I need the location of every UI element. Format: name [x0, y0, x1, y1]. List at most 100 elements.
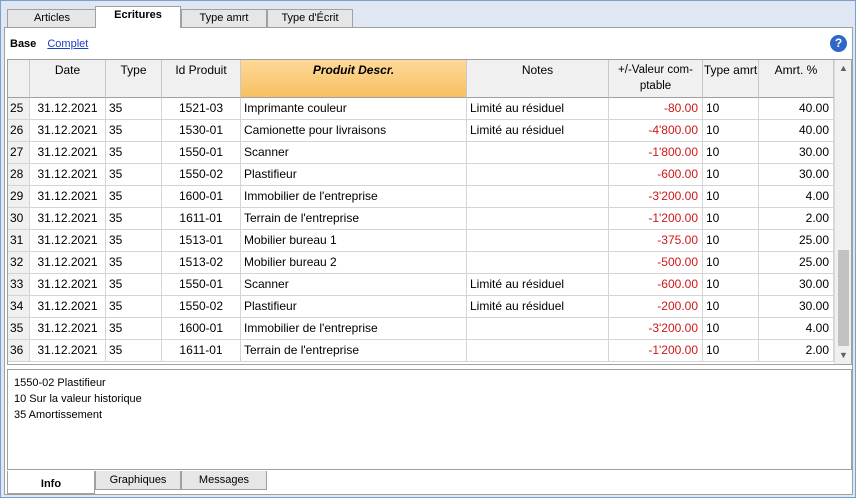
date-cell[interactable]: 31.12.2021 [30, 208, 106, 230]
type-cell[interactable]: 35 [106, 296, 162, 318]
type-cell[interactable]: 35 [106, 318, 162, 340]
date-cell[interactable]: 31.12.2021 [30, 296, 106, 318]
header-id-produit[interactable]: Id Produit [162, 60, 241, 98]
valeur-cell[interactable]: -3'200.00 [609, 186, 703, 208]
type-cell[interactable]: 35 [106, 274, 162, 296]
scroll-thumb[interactable] [838, 250, 849, 346]
tab-type-decrit[interactable]: Type d'Écrit [267, 9, 353, 28]
type-cell[interactable]: 35 [106, 98, 162, 120]
valeur-cell[interactable]: -4'800.00 [609, 120, 703, 142]
notes-cell[interactable] [467, 340, 609, 362]
type-amrt-cell[interactable]: 10 [703, 142, 759, 164]
row-number[interactable]: 28 [8, 164, 30, 186]
row-number[interactable]: 25 [8, 98, 30, 120]
header-amrt-pct[interactable]: Amrt. % [759, 60, 834, 98]
type-amrt-cell[interactable]: 10 [703, 296, 759, 318]
type-amrt-cell[interactable]: 10 [703, 340, 759, 362]
amrt-pct-cell[interactable]: 30.00 [759, 296, 834, 318]
header-date[interactable]: Date [30, 60, 106, 98]
table-row[interactable]: 25 31.12.2021 35 1521-03 Imprimante couleur L… [8, 98, 834, 120]
type-amrt-cell[interactable]: 10 [703, 120, 759, 142]
date-cell[interactable]: 31.12.2021 [30, 120, 106, 142]
row-number[interactable]: 27 [8, 142, 30, 164]
vertical-scrollbar[interactable]: ▲ ▼ [834, 60, 851, 364]
type-cell[interactable]: 35 [106, 120, 162, 142]
row-number[interactable]: 30 [8, 208, 30, 230]
date-cell[interactable]: 31.12.2021 [30, 274, 106, 296]
produit-descr-cell[interactable]: Camionette pour livraisons [241, 120, 467, 142]
row-number[interactable]: 26 [8, 120, 30, 142]
notes-cell[interactable] [467, 186, 609, 208]
header-row-number[interactable] [8, 60, 30, 98]
amrt-pct-cell[interactable]: 4.00 [759, 186, 834, 208]
produit-descr-cell[interactable]: Terrain de l'entreprise [241, 340, 467, 362]
header-produit-descr[interactable]: Produit Descr. [241, 60, 467, 98]
notes-cell[interactable] [467, 230, 609, 252]
table-row[interactable]: 34 31.12.2021 35 1550-02 Plastifieur Limité a… [8, 296, 834, 318]
tab-type-amrt[interactable]: Type amrt [181, 9, 267, 28]
produit-descr-cell[interactable]: Immobilier de l'entreprise [241, 186, 467, 208]
date-cell[interactable]: 31.12.2021 [30, 318, 106, 340]
amrt-pct-cell[interactable]: 30.00 [759, 142, 834, 164]
table-row[interactable]: 26 31.12.2021 35 1530-01 Camionette pour liv… [8, 120, 834, 142]
view-base-link[interactable]: Base [10, 38, 36, 50]
date-cell[interactable]: 31.12.2021 [30, 252, 106, 274]
amrt-pct-cell[interactable]: 25.00 [759, 230, 834, 252]
produit-descr-cell[interactable]: Immobilier de l'entreprise [241, 318, 467, 340]
row-number[interactable]: 32 [8, 252, 30, 274]
row-number[interactable]: 29 [8, 186, 30, 208]
notes-cell[interactable]: Limité au résiduel [467, 120, 609, 142]
valeur-cell[interactable]: -200.00 [609, 296, 703, 318]
view-complet-link[interactable]: Complet [47, 38, 88, 50]
valeur-cell[interactable]: -3'200.00 [609, 318, 703, 340]
header-type[interactable]: Type [106, 60, 162, 98]
id-produit-cell[interactable]: 1513-02 [162, 252, 241, 274]
type-cell[interactable]: 35 [106, 142, 162, 164]
type-amrt-cell[interactable]: 10 [703, 208, 759, 230]
id-produit-cell[interactable]: 1611-01 [162, 208, 241, 230]
produit-descr-cell[interactable]: Terrain de l'entreprise [241, 208, 467, 230]
header-notes[interactable]: Notes [467, 60, 609, 98]
scroll-down-arrow-icon[interactable]: ▼ [835, 347, 851, 364]
table-row[interactable]: 35 31.12.2021 35 1600-01 Immobilier de l'ent… [8, 318, 834, 340]
amrt-pct-cell[interactable]: 25.00 [759, 252, 834, 274]
date-cell[interactable]: 31.12.2021 [30, 98, 106, 120]
valeur-cell[interactable]: -600.00 [609, 164, 703, 186]
id-produit-cell[interactable]: 1521-03 [162, 98, 241, 120]
notes-cell[interactable] [467, 208, 609, 230]
id-produit-cell[interactable]: 1550-01 [162, 274, 241, 296]
id-produit-cell[interactable]: 1550-01 [162, 142, 241, 164]
table-row[interactable]: 27 31.12.2021 35 1550-01 Scanner -1'800.00 10 3… [8, 142, 834, 164]
valeur-cell[interactable]: -1'200.00 [609, 340, 703, 362]
type-amrt-cell[interactable]: 10 [703, 164, 759, 186]
notes-cell[interactable] [467, 164, 609, 186]
notes-cell[interactable] [467, 142, 609, 164]
notes-cell[interactable] [467, 318, 609, 340]
amrt-pct-cell[interactable]: 2.00 [759, 340, 834, 362]
produit-descr-cell[interactable]: Imprimante couleur [241, 98, 467, 120]
type-cell[interactable]: 35 [106, 164, 162, 186]
table-row[interactable]: 28 31.12.2021 35 1550-02 Plastifieur -600.00 1… [8, 164, 834, 186]
table-row[interactable]: 33 31.12.2021 35 1550-01 Scanner Limité au ré… [8, 274, 834, 296]
amrt-pct-cell[interactable]: 4.00 [759, 318, 834, 340]
table-row[interactable]: 32 31.12.2021 35 1513-02 Mobilier bureau 2 -5… [8, 252, 834, 274]
produit-descr-cell[interactable]: Mobilier bureau 1 [241, 230, 467, 252]
row-number[interactable]: 34 [8, 296, 30, 318]
id-produit-cell[interactable]: 1550-02 [162, 296, 241, 318]
tab-graphiques[interactable]: Graphiques [95, 471, 181, 490]
id-produit-cell[interactable]: 1513-01 [162, 230, 241, 252]
table-row[interactable]: 31 31.12.2021 35 1513-01 Mobilier bureau 1 -3… [8, 230, 834, 252]
valeur-cell[interactable]: -500.00 [609, 252, 703, 274]
produit-descr-cell[interactable]: Scanner [241, 274, 467, 296]
tab-info[interactable]: Info [7, 471, 95, 494]
type-amrt-cell[interactable]: 10 [703, 252, 759, 274]
date-cell[interactable]: 31.12.2021 [30, 230, 106, 252]
table-row[interactable]: 30 31.12.2021 35 1611-01 Terrain de l'entrep… [8, 208, 834, 230]
row-number[interactable]: 31 [8, 230, 30, 252]
tab-articles[interactable]: Articles [7, 9, 97, 28]
tab-messages[interactable]: Messages [181, 471, 267, 490]
valeur-cell[interactable]: -600.00 [609, 274, 703, 296]
date-cell[interactable]: 31.12.2021 [30, 164, 106, 186]
type-amrt-cell[interactable]: 10 [703, 318, 759, 340]
type-amrt-cell[interactable]: 10 [703, 230, 759, 252]
